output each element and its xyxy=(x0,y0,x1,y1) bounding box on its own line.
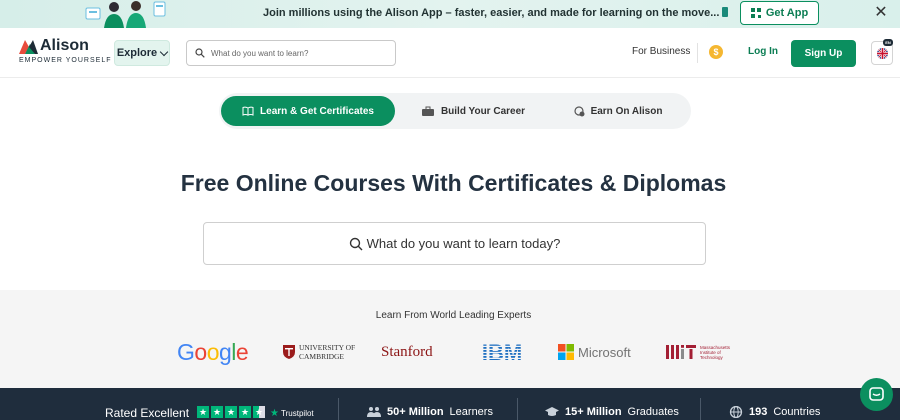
qr-code-icon xyxy=(750,8,761,18)
stats-divider xyxy=(700,398,701,420)
trustpilot-label: Trustpilot xyxy=(281,409,314,418)
trustpilot-star-icon: ★ xyxy=(270,408,279,419)
search-input[interactable] xyxy=(211,45,391,62)
phone-icon xyxy=(722,7,729,17)
learners-value: 50+ Million xyxy=(387,406,444,418)
mit-line-3: Technology xyxy=(700,354,723,360)
signup-button[interactable]: Sign Up xyxy=(791,40,856,67)
tab-label: Build Your Career xyxy=(440,105,526,117)
mit-line-1: Massachusetts xyxy=(700,344,731,350)
promo-message: Join millions using the Alison App – fas… xyxy=(263,7,729,19)
stats-strip: Rated Excellent ★ ★ ★ ★ ★ ★ Trustpilot 5… xyxy=(0,388,900,420)
logo-tagline: EMPOWER YOURSELF xyxy=(19,57,112,64)
graduates-value: 15+ Million xyxy=(565,406,622,418)
stat-learners: 50+ Million Learners xyxy=(367,406,493,418)
countries-value: 193 xyxy=(749,406,768,418)
stanford-wordmark: Stanford xyxy=(381,343,433,360)
search-icon xyxy=(349,237,363,250)
users-icon xyxy=(367,407,381,417)
tab-earn-on-alison[interactable]: Earn On Alison xyxy=(549,96,687,126)
microsoft-wordmark: Microsoft xyxy=(578,344,631,360)
chat-widget-button[interactable] xyxy=(860,378,893,411)
hero-search[interactable]: What do you want to learn today? xyxy=(203,222,706,265)
cambridge-line-1: UNIVERSITY OF xyxy=(299,343,356,352)
microsoft-squares-icon xyxy=(558,344,574,360)
site-header: Alison EMPOWER YOURSELF Explore For Busi… xyxy=(0,28,900,78)
open-book-icon xyxy=(242,106,254,116)
explore-label: Explore xyxy=(116,47,158,59)
microsoft-logo: Microsoft xyxy=(558,338,631,366)
globe-icon xyxy=(729,406,743,418)
for-business-link[interactable]: For Business xyxy=(632,46,690,57)
chevron-down-icon xyxy=(159,47,169,56)
header-search[interactable] xyxy=(186,40,396,66)
stat-countries: 193 Countries xyxy=(729,406,820,418)
google-logo: Google xyxy=(177,338,249,366)
hero-search-placeholder: What do you want to learn today? xyxy=(366,236,561,251)
get-app-label: Get App xyxy=(765,7,809,19)
learners-label: Learners xyxy=(449,406,493,418)
get-app-button[interactable]: Get App xyxy=(740,1,819,25)
language-badge: EN xyxy=(883,39,893,46)
cambridge-logo: UNIVERSITY OF CAMBRIDGE xyxy=(283,338,355,366)
tab-build-your-career[interactable]: Build Your Career xyxy=(403,96,543,126)
stats-divider xyxy=(517,398,518,420)
logo-name: Alison xyxy=(40,37,89,54)
star-icon: ★ xyxy=(197,406,209,418)
coin-icon[interactable]: $ xyxy=(709,45,723,59)
tab-label: Learn & Get Certificates xyxy=(260,105,374,117)
page-title: Free Online Courses With Certificates & … xyxy=(180,170,727,196)
search-icon xyxy=(195,48,205,58)
earn-icon xyxy=(573,105,585,116)
graduates-label: Graduates xyxy=(627,406,679,418)
ibm-wordmark: IBM xyxy=(482,341,522,363)
app-promo-bar: Join millions using the Alison App – fas… xyxy=(0,0,900,28)
partners-title: Learn From World Leading Experts xyxy=(375,310,532,321)
svg-text:IBM: IBM xyxy=(482,341,522,363)
promo-illustration xyxy=(85,1,166,28)
tab-learn-get-certificates[interactable]: Learn & Get Certificates xyxy=(221,96,395,126)
trustpilot-stars: ★ ★ ★ ★ ★ xyxy=(197,406,265,418)
google-wordmark: Google xyxy=(177,338,249,365)
language-selector[interactable]: EN xyxy=(871,39,893,65)
cambridge-line-2: CAMBRIDGE xyxy=(299,352,345,361)
rated-excellent-label: Rated Excellent xyxy=(105,406,190,420)
header-divider xyxy=(697,43,698,63)
close-icon[interactable]: ✕ xyxy=(872,4,890,22)
star-icon: ★ xyxy=(225,406,237,418)
ibm-logo: IBM xyxy=(475,338,529,366)
explore-button[interactable]: Explore xyxy=(114,40,170,66)
uk-flag-icon xyxy=(877,48,888,59)
alison-logo[interactable]: Alison EMPOWER YOURSELF xyxy=(19,37,112,69)
mit-wordmark: Massachusetts Institute of Technology xyxy=(700,345,730,360)
tab-label: Earn On Alison xyxy=(590,105,663,117)
half-star-icon: ★ xyxy=(253,406,265,418)
star-icon: ★ xyxy=(211,406,223,418)
star-icon: ★ xyxy=(239,406,251,418)
trustpilot-logo: ★ Trustpilot xyxy=(270,408,314,419)
countries-label: Countries xyxy=(773,406,821,418)
stat-graduates: 15+ Million Graduates xyxy=(545,406,679,418)
mit-logo: Massachusetts Institute of Technology xyxy=(666,338,730,366)
chat-bubble-icon xyxy=(869,387,884,401)
audience-tabs: Learn & Get Certificates Build Your Care… xyxy=(219,93,691,129)
promo-text: Join millions using the Alison App – fas… xyxy=(263,7,720,19)
cambridge-crest-icon xyxy=(283,345,295,359)
cambridge-wordmark: UNIVERSITY OF CAMBRIDGE xyxy=(299,343,355,361)
stats-divider xyxy=(338,398,339,420)
mit-mark-icon xyxy=(666,345,696,359)
login-link[interactable]: Log In xyxy=(748,46,778,57)
career-icon xyxy=(421,106,434,116)
alison-logo-mark xyxy=(19,40,38,54)
graduation-cap-icon xyxy=(545,407,559,416)
stanford-logo: Stanford xyxy=(381,338,433,366)
partners-section: Learn From World Leading Experts Google … xyxy=(0,290,900,388)
